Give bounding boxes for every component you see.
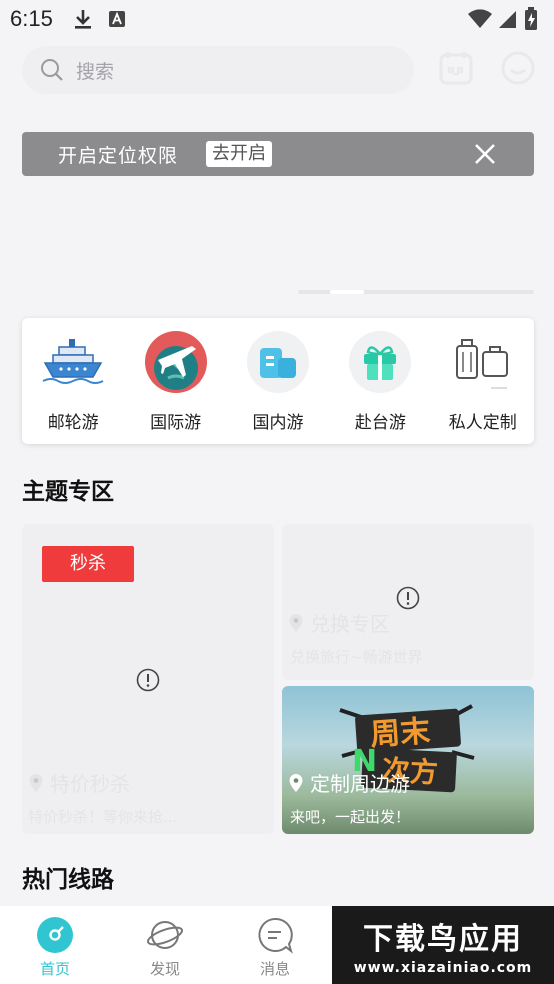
nav-discover[interactable]: 发现 [110,906,220,984]
wifi-icon [468,9,492,28]
exchange-subtitle: 兑换旅行~畅游世界 [290,648,423,666]
flash-sale-card[interactable]: 秒杀 特价秒杀 特价秒杀！等你来抢... [22,524,274,834]
location-pin-icon [289,773,303,792]
category-international[interactable]: 国际游 [128,330,224,444]
category-private-custom[interactable]: 私人定制 [435,330,531,444]
nav-messages[interactable]: 消息 [220,906,330,984]
luggage-icon [455,339,508,389]
home-compass-icon [37,917,73,953]
poster-text-weekend: 周末 [369,713,432,754]
hot-routes-title: 热门线路 [22,867,114,893]
banner-carousel[interactable] [0,176,554,336]
search-icon [41,59,63,81]
nav-label: 消息 [259,960,290,978]
gift-box-icon [349,331,412,393]
flash-sale-title: 特价秒杀 [50,772,130,796]
theme-section-title: 主题专区 [22,479,114,505]
nav-label: 首页 [39,960,70,978]
nav-label: 发现 [149,960,180,978]
location-pin-icon [289,613,303,632]
location-permission-banner: 开启定位权限 去开启 [22,132,534,176]
watermark: 下载鸟应用 www.xiazainiao.com [332,906,554,984]
search-placeholder: 搜索 [76,60,115,83]
battery-charging-icon [525,7,537,30]
category-cruise[interactable]: 邮轮游 [25,330,121,444]
category-label: 邮轮游 [47,413,99,433]
category-label: 国内游 [252,413,304,433]
carousel-indicator [298,290,534,294]
flash-sale-subtitle: 特价秒杀！等你来抢... [28,808,178,826]
nearby-subtitle: 来吧，一起出发！ [290,808,411,826]
category-label: 赴台游 [354,413,406,433]
status-time: 6:15 [10,6,53,31]
watermark-line1: 下载鸟应用 [363,922,523,957]
close-icon[interactable] [472,141,498,167]
category-taiwan[interactable]: 赴台游 [332,330,428,444]
exchange-title-row: 兑换专区 [288,608,390,637]
planet-icon [146,921,184,949]
globe-plane-icon [144,331,207,393]
search-input[interactable]: 搜索 [22,46,414,94]
nav-home[interactable]: 首页 [0,906,110,984]
font-a-icon [108,11,125,27]
scan-button[interactable] [436,48,476,88]
watermark-line2: www.xiazainiao.com [353,960,533,976]
image-error-icon [396,586,420,610]
location-permission-text: 开启定位权限 [58,144,179,167]
location-pin-icon [29,773,43,792]
download-icon [74,10,91,29]
category-domestic[interactable]: 国内游 [230,330,326,444]
flash-sale-badge: 秒杀 [42,546,134,582]
nearby-title: 定制周边游 [310,772,410,796]
image-error-icon [136,668,160,692]
scan-icon [439,52,473,85]
nearby-tour-card[interactable]: 周末 N 次方 定制周边游 来吧，一起出发！ [282,686,534,834]
exchange-card[interactable]: 兑换专区 兑换旅行~畅游世界 [282,524,534,680]
signal-icon [499,11,516,28]
nearby-title-row: 定制周边游 [288,768,410,797]
buildings-icon [246,331,309,393]
enable-location-button[interactable]: 去开启 [206,141,273,167]
cruise-ship-icon [42,339,104,384]
flash-sale-title-row: 特价秒杀 [28,768,130,797]
service-button[interactable] [498,48,538,88]
message-bubble-icon [258,917,293,954]
exchange-title: 兑换专区 [310,612,390,636]
smiley-chat-icon [501,51,535,85]
status-bar: 6:15 [0,0,554,38]
category-card: 邮轮游 国际游 国内游 赴台游 私人定制 [22,318,534,444]
category-label: 私人定制 [448,413,517,433]
category-label: 国际游 [150,413,202,433]
search-row: 搜索 [0,42,554,98]
carousel-indicator-active [330,290,364,294]
